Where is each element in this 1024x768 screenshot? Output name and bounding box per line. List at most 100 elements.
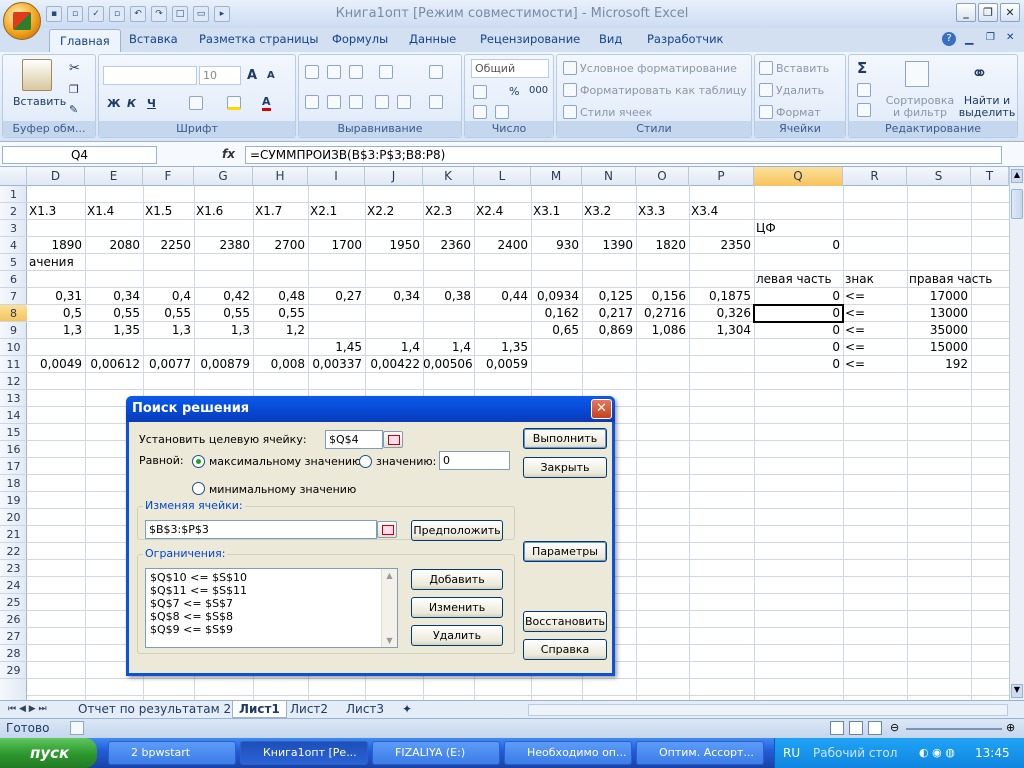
row-header[interactable]: 27 xyxy=(0,628,27,645)
cell[interactable]: 1,3 xyxy=(143,322,194,339)
row-header[interactable]: 16 xyxy=(0,441,27,458)
fill-color-icon[interactable] xyxy=(227,96,244,110)
cell[interactable]: 35000 xyxy=(907,322,971,339)
merge-cells-icon[interactable] xyxy=(429,95,446,109)
tab-view[interactable]: Вид xyxy=(599,32,622,46)
scroll-up-icon[interactable]: ▲ xyxy=(382,569,397,582)
cell[interactable]: 2380 xyxy=(194,237,253,254)
paste-icon[interactable] xyxy=(22,59,52,91)
increase-indent-icon[interactable] xyxy=(397,95,414,109)
ribbon-minimize-icon[interactable]: ▁ xyxy=(965,32,973,45)
fx-icon[interactable]: fx xyxy=(222,147,235,161)
cell[interactable]: X3.2 xyxy=(584,203,638,220)
dialog-close-button[interactable]: ✕ xyxy=(591,399,612,419)
grow-font-button[interactable]: A xyxy=(247,68,257,83)
cell[interactable]: 930 xyxy=(531,237,582,254)
cell[interactable]: X2.4 xyxy=(476,203,533,220)
decrease-decimal-icon[interactable] xyxy=(495,105,512,119)
constraints-list[interactable]: $Q$10 <= $S$10 $Q$11 <= $S$11 $Q$7 <= $S… xyxy=(145,568,398,648)
cell[interactable]: 0,4 xyxy=(143,288,194,305)
min-radio[interactable] xyxy=(192,482,205,495)
options-button[interactable]: Параметры xyxy=(523,541,607,562)
redo-icon[interactable]: ↷ xyxy=(151,6,167,22)
maximize-button[interactable]: ❐ xyxy=(978,3,998,22)
row-header[interactable]: 15 xyxy=(0,424,27,441)
align-middle-icon[interactable] xyxy=(327,65,344,79)
cell[interactable]: 0,55 xyxy=(143,305,194,322)
help-icon[interactable]: ? xyxy=(942,32,956,46)
insert-cells-button[interactable]: Вставить xyxy=(759,61,829,75)
cell[interactable]: 0,00506 xyxy=(423,356,474,373)
value-input[interactable]: 0 xyxy=(439,451,510,470)
max-radio-label[interactable]: максимальному значению xyxy=(209,455,361,468)
row-header[interactable]: 23 xyxy=(0,560,27,577)
cell-styles-button[interactable]: Стили ячеек xyxy=(563,105,652,119)
conditional-formatting-button[interactable]: Условное форматирование xyxy=(563,61,737,75)
cell[interactable]: 0,2716 xyxy=(636,305,689,322)
zoom-out-icon[interactable]: ⊖ xyxy=(890,721,899,734)
normal-view-icon[interactable] xyxy=(830,721,844,735)
cell[interactable]: 0 xyxy=(754,288,843,305)
cell[interactable]: 2350 xyxy=(689,237,754,254)
cell[interactable]: 0,00879 xyxy=(194,356,253,373)
tab-review[interactable]: Рецензирование xyxy=(480,32,580,46)
constraint-item[interactable]: $Q$10 <= $S$10 xyxy=(150,571,393,584)
cell[interactable]: 2700 xyxy=(253,237,308,254)
minimize-button[interactable]: _ xyxy=(956,3,976,22)
select-all-corner[interactable] xyxy=(0,167,27,186)
row-header[interactable]: 19 xyxy=(0,492,27,509)
align-left-icon[interactable] xyxy=(305,95,322,109)
cell[interactable]: 1890 xyxy=(27,237,85,254)
cell[interactable]: 0,0049 xyxy=(27,356,85,373)
row-header[interactable]: 25 xyxy=(0,594,27,611)
taskbar-button[interactable]: 2 bpwstart xyxy=(108,741,236,765)
cell[interactable]: 1,086 xyxy=(636,322,689,339)
percent-button[interactable]: % xyxy=(509,85,519,98)
column-header[interactable]: K xyxy=(423,167,474,186)
cell[interactable]: 0,48 xyxy=(253,288,308,305)
font-size-select[interactable]: 10 xyxy=(199,66,241,85)
row-header[interactable]: 3 xyxy=(0,220,27,237)
min-radio-label[interactable]: минимальному значению xyxy=(209,483,356,496)
tab-data[interactable]: Данные xyxy=(409,32,456,46)
cell[interactable]: X2.3 xyxy=(425,203,476,220)
cell[interactable]: 0,156 xyxy=(636,288,689,305)
row-header[interactable]: 22 xyxy=(0,543,27,560)
page-break-view-icon[interactable] xyxy=(868,721,882,735)
row-header[interactable]: 18 xyxy=(0,475,27,492)
run-button[interactable]: Выполнить xyxy=(523,428,607,449)
cell[interactable]: 1,3 xyxy=(194,322,253,339)
tab-home[interactable]: Главная xyxy=(49,29,121,52)
page-layout-view-icon[interactable] xyxy=(849,721,863,735)
column-header[interactable]: L xyxy=(474,167,531,186)
forward-icon[interactable]: ▸ xyxy=(214,6,230,22)
horizontal-scrollbar[interactable] xyxy=(528,704,1008,716)
cell[interactable]: левая часть xyxy=(756,271,845,288)
row-header[interactable]: 4 xyxy=(0,237,27,254)
cell[interactable]: 1,35 xyxy=(85,322,143,339)
cell[interactable]: 0,65 xyxy=(531,322,582,339)
bold-button[interactable]: Ж xyxy=(107,97,120,110)
sheet-tab[interactable]: Лист2 xyxy=(284,701,334,718)
cell[interactable]: X3.4 xyxy=(691,203,756,220)
tab-formulas[interactable]: Формулы xyxy=(332,32,388,46)
underline-button[interactable]: Ч xyxy=(147,97,156,110)
target-cell-input[interactable]: $Q$4 xyxy=(325,430,383,449)
cell[interactable]: 0,0077 xyxy=(143,356,194,373)
row-header[interactable]: 7 xyxy=(0,288,27,305)
row-header[interactable]: 14 xyxy=(0,407,27,424)
constraint-item[interactable]: $Q$11 <= $S$11 xyxy=(150,584,393,597)
row-header[interactable]: 2 xyxy=(0,203,27,220)
column-header[interactable]: J xyxy=(365,167,423,186)
cell[interactable]: 1700 xyxy=(308,237,365,254)
start-button[interactable]: пуск xyxy=(0,738,97,768)
tab-page-layout[interactable]: Разметка страницы xyxy=(199,32,318,46)
language-indicator[interactable]: RU xyxy=(783,746,800,760)
taskbar-button-active[interactable]: Книга1опт [Ре... xyxy=(240,741,368,765)
cell[interactable]: 0 xyxy=(754,322,843,339)
cut-icon[interactable]: ✂ xyxy=(69,61,80,76)
cell[interactable]: 0 xyxy=(754,339,843,356)
column-header[interactable]: M xyxy=(531,167,582,186)
name-box[interactable]: Q4 xyxy=(2,146,157,164)
cell[interactable]: 15000 xyxy=(907,339,971,356)
